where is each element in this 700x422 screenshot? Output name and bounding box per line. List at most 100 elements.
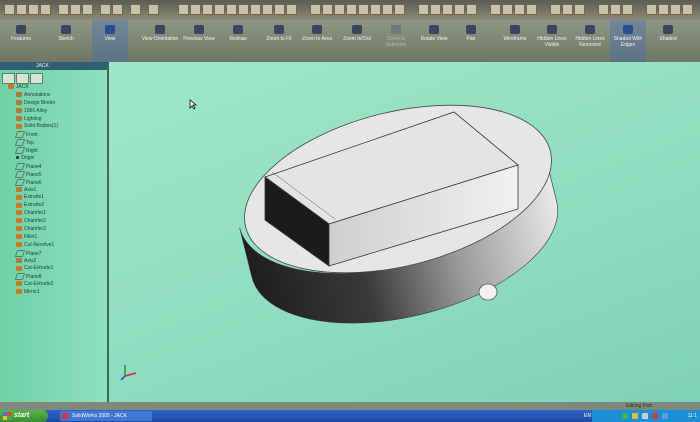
zoom-in-out-button[interactable]: Zoom In/Out xyxy=(336,20,378,62)
expand-toggle-icon[interactable] xyxy=(2,84,7,89)
expand-toggle-icon[interactable] xyxy=(10,234,15,239)
options-icon[interactable] xyxy=(148,4,159,15)
expand-toggle-icon[interactable] xyxy=(10,258,15,263)
tree-item[interactable]: Top xyxy=(2,139,106,147)
view-orientation-button[interactable]: View Orientation xyxy=(140,20,180,62)
tool-icon-15[interactable] xyxy=(358,4,369,15)
tool-icon-3[interactable] xyxy=(202,4,213,15)
tray-icon-4[interactable] xyxy=(652,413,658,419)
tool-icon-12[interactable] xyxy=(322,4,333,15)
expand-toggle-icon[interactable] xyxy=(10,108,15,113)
tree-item[interactable]: Extrude1 xyxy=(2,194,106,202)
tool-icon-30[interactable] xyxy=(574,4,585,15)
configuration-manager-tab[interactable] xyxy=(30,73,43,84)
expand-toggle-icon[interactable] xyxy=(10,203,15,208)
redraw-button[interactable]: Redraw xyxy=(220,20,256,62)
zoom-to-area-button[interactable]: Zoom to Area xyxy=(298,20,336,62)
paste-icon[interactable] xyxy=(82,4,93,15)
open-file-icon[interactable] xyxy=(16,4,27,15)
expand-toggle-icon[interactable] xyxy=(10,195,15,200)
previous-view-button[interactable]: Previous View xyxy=(180,20,218,62)
rotate-view-button[interactable]: Rotate View xyxy=(414,20,454,62)
tree-item[interactable]: Cut-Extrude2 xyxy=(2,281,106,289)
tray-icon-1[interactable] xyxy=(622,413,628,419)
tool-icon-14[interactable] xyxy=(346,4,357,15)
feature-manager-tab[interactable] xyxy=(2,73,15,84)
expand-toggle-icon[interactable] xyxy=(10,155,15,160)
tree-item[interactable]: Plane7 xyxy=(2,249,106,258)
expand-toggle-icon[interactable] xyxy=(10,242,15,247)
tree-item[interactable]: Lighting xyxy=(2,116,106,124)
tray-icon-2[interactable] xyxy=(632,413,638,419)
features-button[interactable]: Features xyxy=(0,20,42,62)
print-icon[interactable] xyxy=(40,4,51,15)
tool-icon-6[interactable] xyxy=(238,4,249,15)
tree-item[interactable]: Origin xyxy=(2,155,106,163)
hidden-lines-removed-button[interactable]: Hidden Lines Removed xyxy=(572,20,608,62)
expand-toggle-icon[interactable] xyxy=(10,116,15,121)
expand-toggle-icon[interactable] xyxy=(10,281,15,286)
save-icon[interactable] xyxy=(28,4,39,15)
tool-icon-25[interactable] xyxy=(502,4,513,15)
cut-icon[interactable] xyxy=(58,4,69,15)
expand-toggle-icon[interactable] xyxy=(10,100,15,105)
tray-icon-5[interactable] xyxy=(662,413,668,419)
tool-icon-31[interactable] xyxy=(598,4,609,15)
tool-icon-27[interactable] xyxy=(526,4,537,15)
expand-toggle-icon[interactable] xyxy=(10,226,15,231)
tool-icon-26[interactable] xyxy=(514,4,525,15)
tree-item[interactable]: Axis2 xyxy=(2,258,106,266)
tool-icon-11[interactable] xyxy=(310,4,321,15)
tool-icon-17[interactable] xyxy=(382,4,393,15)
tool-icon-13[interactable] xyxy=(334,4,345,15)
tree-item[interactable]: JACK xyxy=(2,84,106,92)
shaded-button[interactable]: Shaded xyxy=(650,20,686,62)
tree-item[interactable]: Fillet1 xyxy=(2,234,106,242)
property-manager-tab[interactable] xyxy=(16,73,29,84)
tree-item[interactable]: Plane8 xyxy=(2,273,106,281)
shaded-with-edges-button[interactable]: Shaded With Edges xyxy=(610,20,646,62)
tool-icon-32[interactable] xyxy=(610,4,621,15)
expand-toggle-icon[interactable] xyxy=(10,210,15,215)
tree-item[interactable]: Chamfer3 xyxy=(2,226,106,234)
tool-icon-24[interactable] xyxy=(490,4,501,15)
expand-toggle-icon[interactable] xyxy=(10,187,15,192)
hidden-lines-visible-button[interactable]: Hidden Lines Visible xyxy=(534,20,570,62)
expand-toggle-icon[interactable] xyxy=(10,218,15,223)
tool-icon-29[interactable] xyxy=(562,4,573,15)
tree-item[interactable]: Right xyxy=(2,147,106,155)
tool-icon-22[interactable] xyxy=(454,4,465,15)
tool-icon-36[interactable] xyxy=(670,4,681,15)
undo-icon[interactable] xyxy=(100,4,111,15)
tree-item[interactable]: Plane4 xyxy=(2,162,106,171)
tool-icon-35[interactable] xyxy=(658,4,669,15)
tool-icon-7[interactable] xyxy=(250,4,261,15)
tree-item[interactable]: Axis1 xyxy=(2,187,106,195)
tool-icon-18[interactable] xyxy=(394,4,405,15)
tool-icon-34[interactable] xyxy=(646,4,657,15)
tool-icon-9[interactable] xyxy=(274,4,285,15)
tool-icon-20[interactable] xyxy=(430,4,441,15)
tree-item[interactable]: 1060 Alloy xyxy=(2,108,106,116)
expand-toggle-icon[interactable] xyxy=(10,92,15,97)
language-indicator[interactable]: EN xyxy=(584,410,591,422)
tree-item[interactable]: Chamfer2 xyxy=(2,218,106,226)
tree-item[interactable]: Plane6 xyxy=(2,178,106,187)
tool-icon-5[interactable] xyxy=(226,4,237,15)
tree-item[interactable]: Mirror1 xyxy=(2,289,106,297)
tool-icon-28[interactable] xyxy=(550,4,561,15)
tree-item[interactable]: Extrude2 xyxy=(2,202,106,210)
tool-icon-8[interactable] xyxy=(262,4,273,15)
expand-toggle-icon[interactable] xyxy=(10,266,15,271)
tool-icon-4[interactable] xyxy=(214,4,225,15)
view-button[interactable]: View xyxy=(92,20,128,62)
tree-item[interactable]: Chamfer1 xyxy=(2,210,106,218)
tree-item[interactable]: Cut-Revolve1 xyxy=(2,242,106,250)
tool-icon-1[interactable] xyxy=(178,4,189,15)
tool-icon-33[interactable] xyxy=(622,4,633,15)
tool-icon-10[interactable] xyxy=(286,4,297,15)
tray-icon-3[interactable] xyxy=(642,413,648,419)
pan-button[interactable]: Pan xyxy=(456,20,486,62)
wireframe-button[interactable]: Wireframe xyxy=(496,20,534,62)
zoom-to-selection-button[interactable]: Zoom to Selection xyxy=(378,20,414,62)
